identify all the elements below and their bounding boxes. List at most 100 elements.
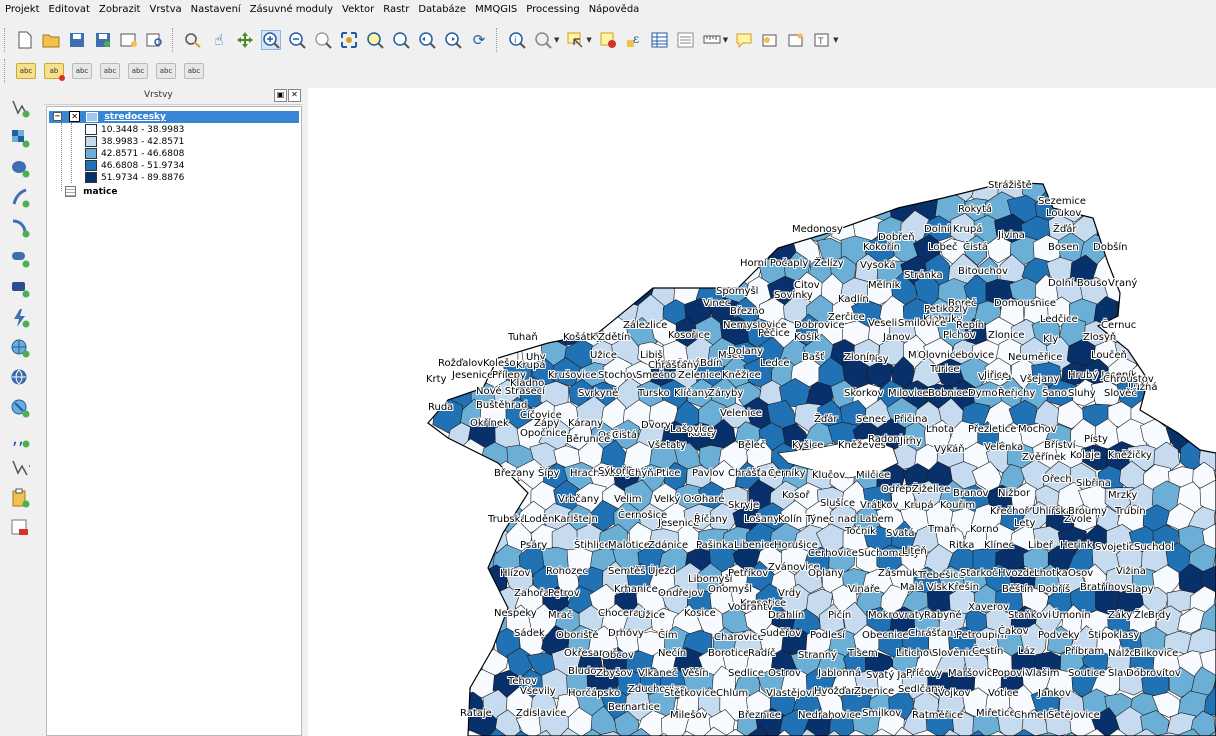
add-wcs-layer-button[interactable] <box>10 368 30 388</box>
pan-hand-button[interactable]: ☝ <box>209 30 229 50</box>
zoom-in-button[interactable] <box>261 30 281 50</box>
add-oracle-layer-button[interactable] <box>10 248 30 268</box>
ruler-icon <box>703 35 721 44</box>
menu-vektor[interactable]: Vektor <box>337 0 378 20</box>
zoom-out-button[interactable] <box>287 30 307 50</box>
municipality-label: Lošany <box>744 514 780 525</box>
municipality-label: Bosen <box>1048 242 1079 253</box>
vector-layer-icon <box>12 100 30 118</box>
menu-databaze[interactable]: Databáze <box>413 0 470 20</box>
municipality-label: Malotice <box>608 540 651 551</box>
statistical-summary-button[interactable] <box>676 30 696 50</box>
zoom-to-selection-button[interactable] <box>365 30 385 50</box>
pan-map-button[interactable] <box>183 30 203 50</box>
municipality-polygon <box>915 153 945 180</box>
collapse-icon[interactable]: − <box>53 112 62 121</box>
rotate-label-icon[interactable]: abc <box>156 63 176 79</box>
add-db2-layer-button[interactable] <box>10 278 30 298</box>
layer-item-stredocesky[interactable]: − ✕ stredocesky <box>49 111 299 123</box>
layer-visibility-checkbox[interactable]: ✕ <box>69 111 81 122</box>
add-virtual-layer-button[interactable] <box>10 308 30 328</box>
add-wms-layer-button[interactable] <box>10 338 30 358</box>
map-tips-button[interactable] <box>734 30 754 50</box>
select-by-expression-button[interactable]: ε <box>624 30 644 50</box>
add-wfs-layer-button[interactable] <box>10 398 30 418</box>
remove-layer-button[interactable] <box>10 518 30 538</box>
refresh-button[interactable]: ⟳ <box>469 30 489 50</box>
menu-nastaveni[interactable]: Nastavení <box>186 0 245 20</box>
layer-item-matice[interactable]: matice <box>65 186 117 198</box>
add-vector-layer-button[interactable] <box>10 98 30 118</box>
layers-panel-header: Vrstvy ▣ ✕ <box>44 88 302 105</box>
zoom-next-button[interactable] <box>443 30 463 50</box>
identify-features-button[interactable]: i <box>507 30 527 50</box>
add-delimited-text-layer-button[interactable]: ,, <box>10 428 30 448</box>
municipality-polygon <box>433 687 464 723</box>
municipality-polygon <box>494 182 522 204</box>
text-annotation-button[interactable]: T <box>812 30 832 50</box>
pin-labels-icon[interactable]: abc <box>72 63 92 79</box>
menu-mmqgis[interactable]: MMQGIS <box>470 0 521 20</box>
menu-vrstva[interactable]: Vrstva <box>144 0 185 20</box>
municipality-polygon <box>456 519 486 553</box>
new-layer-button[interactable]: ▼ <box>10 458 30 478</box>
menu-bar: Projekt Editovat Zobrazit Vrstva Nastave… <box>0 0 1216 20</box>
menu-processing[interactable]: Processing <box>521 0 583 20</box>
create-layer-from-clipboard-button[interactable] <box>10 488 30 508</box>
measure-line-button[interactable] <box>702 30 722 50</box>
menu-projekt[interactable]: Projekt <box>0 0 44 20</box>
zoom-full-button[interactable] <box>339 30 359 50</box>
municipality-label: Suděřov <box>760 628 802 639</box>
zoom-to-layer-button[interactable] <box>391 30 411 50</box>
change-label-icon[interactable]: abc <box>184 63 204 79</box>
pan-to-selection-button[interactable] <box>235 30 255 50</box>
toolbar-handle[interactable] <box>4 59 8 83</box>
map-canvas[interactable]: Strážiště Sezemice Rokytá Loukov Medonosy Dol… <box>308 88 1216 736</box>
chevron-down-icon[interactable]: ▼ <box>586 36 591 44</box>
chevron-down-icon[interactable]: ▼ <box>554 36 559 44</box>
layout-manager-button[interactable] <box>145 30 165 50</box>
layer-diagram-icon[interactable]: ab <box>44 63 65 81</box>
new-project-button[interactable] <box>15 30 35 50</box>
save-as-button[interactable] <box>93 30 113 50</box>
new-bookmark-button[interactable] <box>760 30 780 50</box>
menu-zobrazit[interactable]: Zobrazit <box>94 0 145 20</box>
zoom-native-button[interactable] <box>313 30 333 50</box>
close-icon[interactable]: ✕ <box>288 89 301 102</box>
chevron-down-icon[interactable]: ▼ <box>723 36 728 44</box>
save-project-button[interactable] <box>67 30 87 50</box>
add-postgis-layer-button[interactable] <box>10 158 30 178</box>
municipality-polygon <box>551 231 584 267</box>
add-spatialite-layer-button[interactable] <box>10 188 30 208</box>
menu-editovat[interactable]: Editovat <box>44 0 94 20</box>
move-label-icon[interactable]: abc <box>128 63 148 79</box>
new-print-layout-button[interactable] <box>119 30 139 50</box>
municipality-polygon <box>1154 195 1185 224</box>
deselect-features-button[interactable] <box>598 30 618 50</box>
municipality-label: Vinec <box>703 298 731 309</box>
municipality-label: Sádek <box>514 628 545 639</box>
menu-rastr[interactable]: Rastr <box>378 0 413 20</box>
toolbar-handle[interactable] <box>4 28 8 52</box>
add-mssql-layer-button[interactable] <box>10 218 30 238</box>
select-features-button[interactable] <box>565 30 585 50</box>
municipality-polygon <box>430 194 463 227</box>
chevron-down-icon[interactable]: ▼ <box>833 36 838 44</box>
show-hide-labels-icon[interactable]: abc <box>100 63 120 79</box>
show-bookmarks-button[interactable] <box>786 30 806 50</box>
add-raster-layer-button[interactable] <box>10 128 30 148</box>
municipality-polygon <box>1201 403 1216 435</box>
save-as-icon <box>96 33 110 47</box>
municipality-label: Ostrov <box>768 668 801 679</box>
text-annotation-icon: T <box>814 33 829 47</box>
municipality-polygon <box>902 182 932 206</box>
open-project-button[interactable] <box>41 30 61 50</box>
float-panel-icon[interactable]: ▣ <box>274 89 287 102</box>
zoom-last-button[interactable] <box>417 30 437 50</box>
layer-labeling-icon[interactable]: abc <box>16 63 36 79</box>
open-attribute-table-button[interactable] <box>650 30 670 50</box>
menu-zasuvne-moduly[interactable]: Zásuvné moduly <box>245 0 337 20</box>
run-feature-action-button[interactable] <box>533 30 553 50</box>
menu-napoveda[interactable]: Nápověda <box>584 0 644 20</box>
layer-tree[interactable]: − ✕ stredocesky 10.3448 - 38.9983 38.998… <box>46 106 302 736</box>
